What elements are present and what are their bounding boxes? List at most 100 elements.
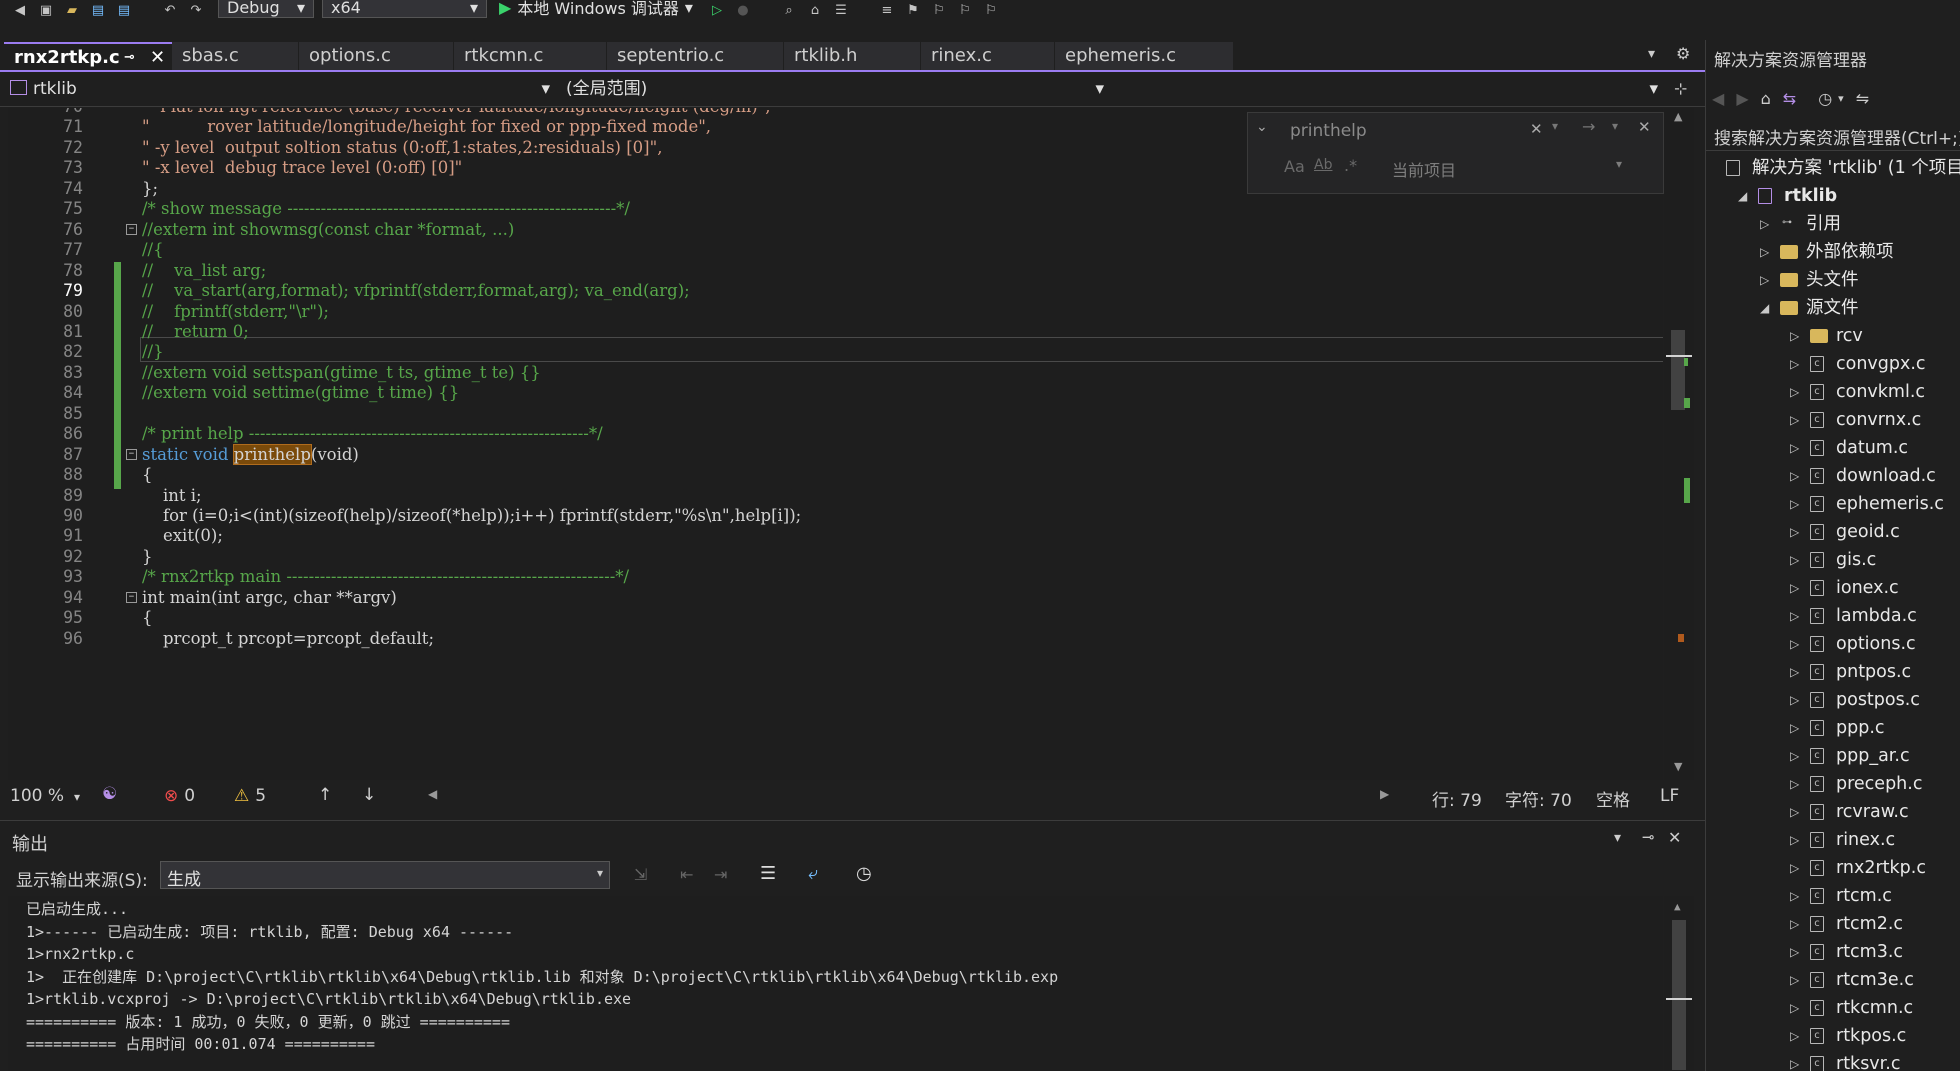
tab-septentrio[interactable]: septentrio.c [607, 42, 783, 70]
start-without-debug-icon[interactable]: ▷ [707, 2, 727, 18]
close-icon[interactable]: ✕ [1668, 828, 1681, 847]
collapsed-arrow-icon[interactable]: ▷ [1790, 602, 1802, 630]
collapsed-arrow-icon[interactable]: ▷ [1790, 546, 1802, 574]
scrollbar-thumb[interactable] [1672, 920, 1686, 1070]
fold-toggle-icon[interactable]: − [126, 223, 137, 235]
bookmark-icon[interactable]: ⚑ [903, 2, 923, 18]
collapsed-arrow-icon[interactable]: ▷ [1790, 854, 1802, 882]
collapsed-arrow-icon[interactable]: ▷ [1760, 266, 1772, 294]
tree-item-file[interactable]: ▷ c convrnx.c [1706, 406, 1960, 434]
tree-item-file[interactable]: ▷ c rtkpos.c [1706, 1022, 1960, 1050]
collapsed-arrow-icon[interactable]: ▷ [1790, 882, 1802, 910]
clock-icon[interactable]: ◷ [856, 863, 872, 884]
collapsed-arrow-icon[interactable]: ▷ [1790, 322, 1802, 350]
tree-item-solution[interactable]: 解决方案 'rtklib' (1 个项目 [1706, 154, 1960, 182]
tree-item-references[interactable]: ▷ ⊶ 引用 [1706, 210, 1960, 238]
tab-rinex[interactable]: rinex.c [921, 42, 1054, 70]
find-input[interactable]: printhelp [1290, 121, 1367, 141]
tree-item-file[interactable]: ▷ c rtcm.c [1706, 882, 1960, 910]
tree-item-file[interactable]: ▷ c pntpos.c [1706, 658, 1960, 686]
tree-item-file[interactable]: ▷ c ionex.c [1706, 574, 1960, 602]
copilot-icon[interactable]: ☯ [102, 784, 117, 804]
tree-item-file[interactable]: ▷ c ppp.c [1706, 714, 1960, 742]
collapsed-arrow-icon[interactable]: ▷ [1790, 910, 1802, 938]
next-issue-icon[interactable]: ↓ [362, 785, 376, 805]
tree-item-file[interactable]: ▷ c rcvraw.c [1706, 798, 1960, 826]
open-folder-icon[interactable]: ▰ [62, 2, 82, 18]
bookmark-clear-icon[interactable]: ⚐ [981, 2, 1001, 18]
find-next-icon[interactable]: → [1582, 117, 1595, 136]
tree-item-file[interactable]: ▷ c lambda.c [1706, 602, 1960, 630]
tree-item-file[interactable]: ▷ c postpos.c [1706, 686, 1960, 714]
collapsed-arrow-icon[interactable]: ▷ [1790, 658, 1802, 686]
platform-dropdown[interactable]: x64 ▾ [322, 0, 487, 18]
tab-rtkcmn[interactable]: rtkcmn.c [454, 42, 606, 70]
hscroll-right-icon[interactable]: ▶ [1380, 787, 1389, 801]
collapsed-arrow-icon[interactable]: ▷ [1790, 1050, 1802, 1071]
project-dropdown[interactable]: rtklib ▾ [10, 77, 556, 101]
match-case-toggle[interactable]: Aa [1284, 157, 1305, 176]
collapsed-arrow-icon[interactable]: ▷ [1790, 994, 1802, 1022]
tree-item-headers[interactable]: ▷ 头文件 [1706, 266, 1960, 294]
tree-item-file[interactable]: ▷ c options.c [1706, 630, 1960, 658]
fold-toggle-icon[interactable]: − [126, 448, 137, 460]
close-icon[interactable]: ✕ [1638, 118, 1651, 136]
error-count[interactable]: ⊗ 0 [164, 786, 195, 806]
bookmark-next-icon[interactable]: ⚐ [955, 2, 975, 18]
sync-icon[interactable]: ⇋ [1856, 89, 1869, 108]
collapsed-arrow-icon[interactable]: ▷ [1760, 238, 1772, 266]
indent-icon[interactable]: ☰ [831, 2, 851, 18]
find-in-files-icon[interactable]: ⌕ [779, 2, 799, 18]
config-dropdown[interactable]: Debug ▾ [218, 0, 314, 18]
word-wrap-icon[interactable]: ⤶ [808, 863, 818, 884]
new-item-icon[interactable]: ▣ [36, 2, 56, 18]
tree-item-project[interactable]: ◢ rtklib [1706, 182, 1960, 210]
switch-views-icon[interactable]: ⇆ [1783, 89, 1796, 108]
tree-item-sources[interactable]: ◢ 源文件 [1706, 294, 1960, 322]
tree-item-file[interactable]: ▷ c ppp_ar.c [1706, 742, 1960, 770]
collapsed-arrow-icon[interactable]: ▷ [1790, 350, 1802, 378]
pin-icon[interactable]: ⊸ [124, 44, 135, 70]
go-to-line-icon[interactable]: ⇲ [634, 865, 647, 884]
code-line[interactable]: 96 prcopt_t prcopt=prcopt_default; [8, 626, 1663, 651]
collapsed-arrow-icon[interactable]: ▷ [1790, 1022, 1802, 1050]
match-word-toggle[interactable]: Ab [1314, 157, 1332, 173]
next-message-icon[interactable]: ⇥ [714, 865, 727, 884]
chevron-down-icon[interactable]: ⌄ [1256, 119, 1268, 135]
undo-icon[interactable]: ↶ [160, 2, 180, 18]
collapsed-arrow-icon[interactable]: ▷ [1790, 434, 1802, 462]
collapsed-arrow-icon[interactable]: ▷ [1790, 630, 1802, 658]
tree-item-file[interactable]: ▷ c rinex.c [1706, 826, 1960, 854]
output-vertical-scrollbar[interactable]: ▲ [1664, 896, 1694, 1071]
back-nav-icon[interactable]: ◀ [10, 2, 30, 18]
hscroll-left-icon[interactable]: ◀ [428, 787, 437, 801]
clear-search-icon[interactable]: ✕ [1530, 120, 1543, 138]
collapsed-arrow-icon[interactable]: ▷ [1790, 826, 1802, 854]
column-indicator[interactable]: 字符: 70 [1505, 786, 1572, 811]
save-icon[interactable]: ▤ [88, 2, 108, 18]
warning-count[interactable]: ⚠ 5 [234, 786, 266, 806]
tree-item-rcv[interactable]: ▷ rcv [1706, 322, 1960, 350]
line-indicator[interactable]: 行: 79 [1432, 786, 1482, 811]
solution-search-input[interactable]: 搜索解决方案资源管理器(Ctrl+;) [1706, 120, 1960, 151]
tree-item-file[interactable]: ▷ c rtcm3.c [1706, 938, 1960, 966]
collapsed-arrow-icon[interactable]: ▷ [1790, 686, 1802, 714]
save-all-icon[interactable]: ▤ [114, 2, 134, 18]
code-editor[interactable]: 70" -l lat lon hgt reference (base) rece… [8, 108, 1663, 780]
tree-item-file[interactable]: ▷ c rtcm3e.c [1706, 966, 1960, 994]
tree-item-file[interactable]: ▷ c download.c [1706, 462, 1960, 490]
tree-item-file[interactable]: ▷ c rtkcmn.c [1706, 994, 1960, 1022]
scroll-up-icon[interactable]: ▲ [1674, 110, 1682, 123]
chevron-down-icon[interactable]: ▾ [1612, 119, 1618, 133]
collapsed-arrow-icon[interactable]: ▷ [1790, 714, 1802, 742]
gear-icon[interactable]: ⚙ [1676, 44, 1690, 63]
collapsed-arrow-icon[interactable]: ▷ [1790, 798, 1802, 826]
tab-sbas[interactable]: sbas.c [172, 42, 298, 70]
tab-ephemeris[interactable]: ephemeris.c [1055, 42, 1233, 70]
output-source-dropdown[interactable]: 生成 ▾ [160, 861, 610, 890]
clear-all-icon[interactable]: ☰ [760, 863, 776, 884]
collapsed-arrow-icon[interactable]: ▷ [1790, 406, 1802, 434]
comment-icon[interactable]: ≡ [877, 2, 897, 18]
member-dropdown[interactable]: ▾ [1118, 77, 1664, 101]
fold-toggle-icon[interactable]: − [126, 591, 137, 603]
